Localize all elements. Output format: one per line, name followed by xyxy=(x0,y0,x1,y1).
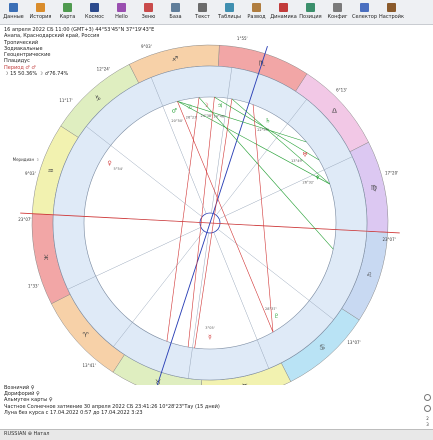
text-icon xyxy=(198,3,207,12)
planet-degree: 14°46' xyxy=(213,114,225,118)
toolbar-label: Зеню xyxy=(141,14,156,20)
sign-glyph: ♎ xyxy=(331,107,337,115)
planet-degree: 26°23' xyxy=(186,116,198,120)
dsc-label: 23°07' xyxy=(382,237,395,242)
planet-degree: 13°49' xyxy=(291,159,303,163)
toolbar-label: Конфиг xyxy=(327,14,348,20)
sign-glyph: ♐ xyxy=(172,55,178,63)
cusp-degree-label: 9°03' xyxy=(141,44,152,49)
zenith-icon xyxy=(144,3,153,12)
cusp-degree-label: 13°07' xyxy=(347,340,360,345)
toolbar-btn-11[interactable]: Позиция xyxy=(297,0,324,24)
sign-glyph: ♓ xyxy=(43,254,49,262)
dynamics-icon xyxy=(279,3,288,12)
history-icon xyxy=(36,3,45,12)
toolbar-btn-13[interactable]: Селектор xyxy=(351,0,378,24)
cusp-degree-label: 1°55' xyxy=(237,36,248,41)
planet-glyph[interactable]: ♆ xyxy=(315,175,320,182)
cusp-degree-label: 11°17' xyxy=(59,98,72,103)
toolbar-btn-1[interactable]: История xyxy=(27,0,54,24)
cusp-degree-label: 1°33' xyxy=(28,283,39,288)
planet-degree: 5°54' xyxy=(113,167,122,171)
toolbar-label: Космос xyxy=(85,14,104,20)
toolbar-label: Карта xyxy=(59,14,76,20)
toolbar-btn-8[interactable]: Таблицы xyxy=(216,0,243,24)
layout-icon xyxy=(252,3,261,12)
toolbar-btn-4[interactable]: Hello xyxy=(108,0,135,24)
toolbar-btn-7[interactable]: Текст xyxy=(189,0,216,24)
planet-glyph[interactable]: ☽ xyxy=(203,102,208,109)
planet-glyph[interactable]: ☿ xyxy=(208,334,212,341)
planet-degree: 3°05' xyxy=(205,326,214,330)
planet-glyph[interactable]: ♅ xyxy=(302,151,307,158)
data-icon xyxy=(9,3,18,12)
toolbar-btn-5[interactable]: Зеню xyxy=(135,0,162,24)
toolbar-btn-14[interactable]: Настройк xyxy=(378,0,405,24)
planet-degree: 28°37' xyxy=(265,307,277,311)
cusp-degree-label: 9°03' xyxy=(25,171,36,176)
tables-icon xyxy=(225,3,234,12)
toolbar-btn-2[interactable]: Карта xyxy=(54,0,81,24)
selector-icon xyxy=(360,3,369,12)
planet-glyph[interactable]: ♀ xyxy=(107,160,111,167)
asc-label: 23°07' xyxy=(18,217,31,222)
cosmos-icon xyxy=(90,3,99,12)
planet-degree: 26°32' xyxy=(302,180,314,184)
cusp-degree-label: 17°20' xyxy=(385,170,398,175)
main-toolbar: Данные История Карта Космос Hello Зеню База Тек… xyxy=(0,0,433,25)
void-moon-line: Луна без курса с 17.04.2022 0:57 до 17.0… xyxy=(4,409,143,416)
toolbar-btn-10[interactable]: Динамика xyxy=(270,0,297,24)
sign-glyph: ♒ xyxy=(48,167,54,175)
sign-glyph: ♑ xyxy=(95,95,101,103)
toolbar-label: Развод xyxy=(247,14,266,20)
planet-degree: 22°59' xyxy=(257,128,269,132)
eclipse-line: Частное Солнечное затмение 30 апреля 202… xyxy=(4,403,220,410)
cusp-degree-label: 12°24' xyxy=(97,67,110,72)
toolbar-label: Позиция xyxy=(299,14,322,20)
bottom-info: Возничий ♀ Дорифорий ♀ Альмутен карты ♀ … xyxy=(4,385,220,416)
status-text: RUSSIAN ⊕ Натал xyxy=(4,431,50,437)
toolbar-btn-3[interactable]: Космос xyxy=(81,0,108,24)
planet-glyph[interactable]: ☉ xyxy=(187,104,192,111)
planet-glyph[interactable]: ♄ xyxy=(265,118,270,125)
toolbar-label: Текст xyxy=(195,14,210,20)
astro-chart[interactable]: ♓♈♉♊♋♌♍♎♏♐♑♒ 9°03'1°55'6°13'17°20'13°07'… xyxy=(0,35,433,385)
toolbar-label: База xyxy=(169,14,182,20)
toolbar-label: Динамика xyxy=(270,14,297,20)
toolbar-label: Hello xyxy=(115,14,128,20)
cusp-degree-label: 6°13' xyxy=(336,87,347,92)
toolbar-label: Таблицы xyxy=(218,14,241,20)
toolbar-label: Селектор xyxy=(351,14,377,20)
sign-glyph: ♌ xyxy=(366,271,372,279)
toolbar-btn-9[interactable]: Развод xyxy=(243,0,270,24)
hello-icon xyxy=(117,3,126,12)
sign-glyph: ♋ xyxy=(319,343,325,351)
toolbar-btn-12[interactable]: Конфиг xyxy=(324,0,351,24)
toggle-dot-2[interactable] xyxy=(424,405,431,412)
sign-glyph: ♈ xyxy=(82,331,89,339)
settings-icon xyxy=(387,3,396,12)
position-icon xyxy=(306,3,315,12)
toggle-dot-1[interactable] xyxy=(424,394,431,401)
side-value-b: 3 xyxy=(426,422,429,427)
planet-glyph[interactable]: ♃ xyxy=(217,102,222,109)
meridian-label: Меридиан ☽ xyxy=(13,157,40,162)
planet-degree: 20°50' xyxy=(171,119,183,123)
planet-glyph[interactable]: ♇ xyxy=(274,313,279,320)
toolbar-btn-0[interactable]: Данные xyxy=(0,0,27,24)
planet-degree: 24°38' xyxy=(200,114,212,118)
toolbar-label: Данные xyxy=(3,14,24,20)
cusp-degree-label: 13°41' xyxy=(83,363,96,368)
planet-glyph[interactable]: ♂ xyxy=(171,108,176,115)
sign-glyph: ♊ xyxy=(242,383,248,385)
side-controls: 2 3 xyxy=(424,394,431,428)
config-icon xyxy=(333,3,342,12)
database-icon xyxy=(171,3,180,12)
toolbar-btn-6[interactable]: База xyxy=(162,0,189,24)
toolbar-label: Настройк xyxy=(379,14,404,20)
status-bar: RUSSIAN ⊕ Натал xyxy=(0,429,433,440)
map-icon xyxy=(63,3,72,12)
toolbar-label: История xyxy=(29,14,52,20)
sign-glyph: ♍ xyxy=(371,184,378,192)
